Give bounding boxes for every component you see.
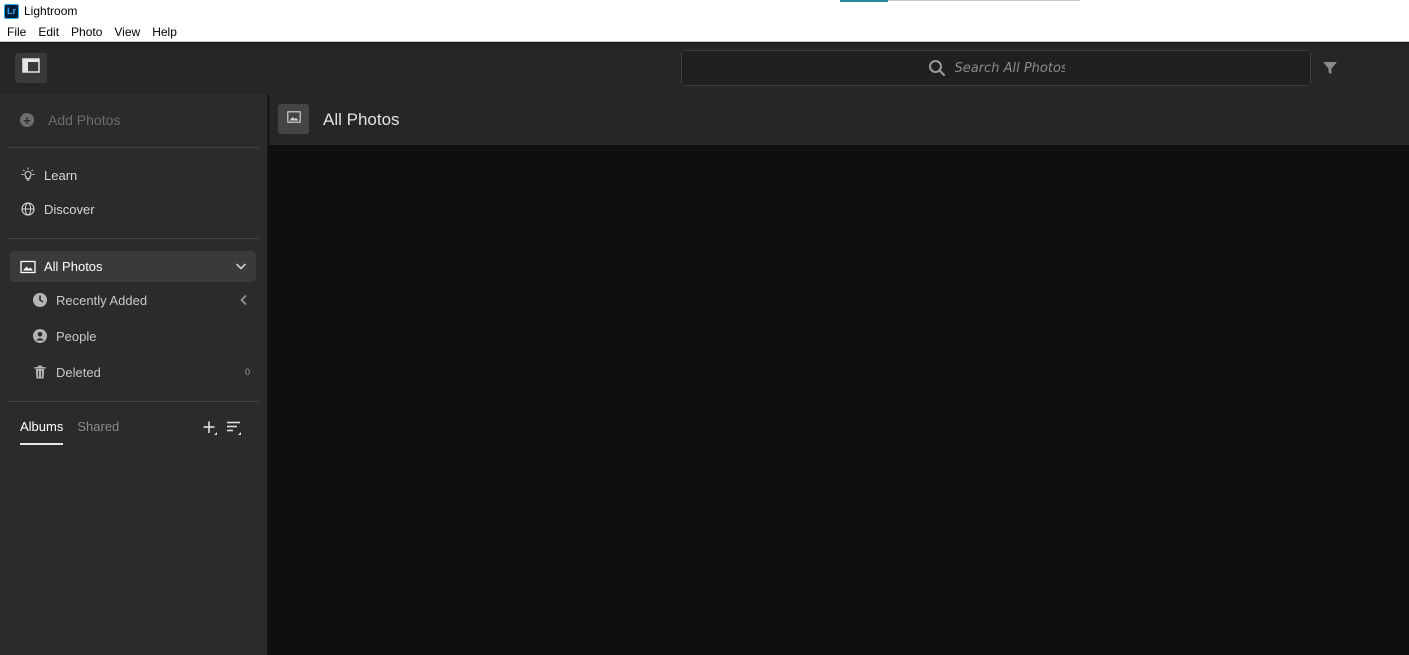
sidebar-item-learn[interactable]: Learn (20, 167, 77, 183)
sidebar-item-label: Deleted (56, 364, 101, 380)
sidebar-item-all-photos[interactable]: All Photos (10, 251, 256, 282)
page-title: All Photos (323, 110, 400, 129)
menu-view[interactable]: View (108, 25, 146, 39)
sidebar-item-label: Recently Added (56, 292, 148, 308)
content-header: All Photos (269, 94, 1409, 145)
sidebar: + Add Photos Learn Discover All Photos R… (0, 94, 268, 655)
photo-icon (20, 259, 36, 275)
view-toggle-button[interactable] (278, 104, 309, 134)
top-toolbar (0, 43, 1409, 94)
menu-edit[interactable]: Edit (32, 25, 65, 39)
panel-toggle-button[interactable] (15, 53, 47, 83)
tab-shared[interactable]: Shared (77, 419, 119, 445)
chevron-left-icon[interactable] (238, 293, 250, 309)
app-logo: Lr (4, 3, 19, 19)
album-actions (202, 420, 242, 441)
photo-icon (286, 110, 301, 128)
sidebar-item-label: People (56, 328, 97, 344)
add-circle-icon: + (20, 113, 34, 127)
add-album-icon[interactable] (202, 420, 218, 441)
title-accent-bar (840, 0, 888, 2)
chevron-down-icon[interactable] (234, 259, 248, 276)
title-accent-line (888, 0, 1080, 1)
photo-grid[interactable] (272, 146, 1409, 655)
tab-albums[interactable]: Albums (20, 419, 64, 445)
sidebar-divider (8, 238, 259, 239)
lightbulb-icon (20, 167, 36, 183)
clock-icon (32, 292, 48, 308)
trash-icon (32, 364, 48, 380)
add-photos-label: Add Photos (48, 112, 121, 128)
sort-icon[interactable] (226, 420, 242, 441)
title-bar: Lr Lightroom (0, 0, 1409, 22)
filter-icon[interactable] (1322, 60, 1338, 76)
menu-file[interactable]: File (0, 25, 32, 39)
menu-photo[interactable]: Photo (65, 25, 108, 39)
sidebar-item-recently-added[interactable]: Recently Added (32, 292, 250, 308)
sidebar-divider (8, 401, 259, 402)
sidebar-item-label: All Photos (44, 259, 103, 274)
globe-icon (20, 201, 36, 217)
sidebar-divider (8, 147, 259, 148)
menu-bar: File Edit Photo View Help (0, 22, 1409, 42)
add-photos-button[interactable]: + Add Photos (20, 112, 120, 128)
sidebar-item-label: Discover (44, 201, 95, 217)
search-input[interactable] (954, 60, 1065, 76)
search-icon (928, 59, 946, 77)
album-tabs: Albums Shared (20, 419, 133, 445)
sidebar-item-deleted[interactable]: Deleted 0 (32, 364, 250, 380)
deleted-count: 0 (244, 367, 250, 377)
sidebar-toggle-icon (22, 58, 40, 78)
sidebar-item-label: Learn (44, 167, 78, 183)
sidebar-item-people[interactable]: People (32, 328, 250, 344)
sidebar-item-discover[interactable]: Discover (20, 201, 95, 217)
window-title: Lightroom (24, 4, 78, 18)
menu-help[interactable]: Help (146, 25, 183, 39)
person-icon (32, 328, 48, 344)
search-bar[interactable] (681, 50, 1311, 86)
